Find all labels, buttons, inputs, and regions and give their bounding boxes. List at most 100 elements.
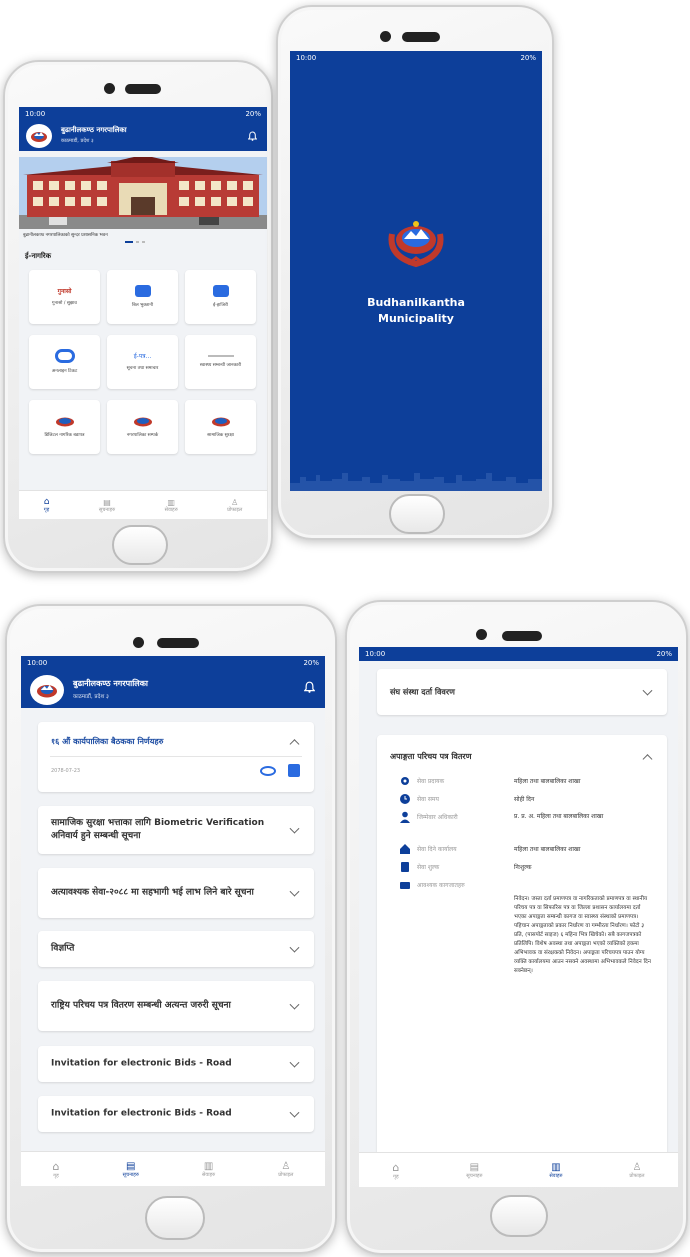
home-button[interactable] xyxy=(490,1195,548,1237)
speaker-grille xyxy=(157,638,199,648)
service-tile-security[interactable]: सामाजिक सुरक्षा xyxy=(185,400,256,454)
nav-profile[interactable]: ♙ प्रोफाइल xyxy=(227,498,242,513)
chevron-up-icon[interactable] xyxy=(289,739,300,750)
nav-profile-label: प्रोफाइल xyxy=(278,1171,294,1178)
detail-row-office: सेवा दिने कार्यालय महिला तथा बालबालिका श… xyxy=(399,843,657,857)
notice-card[interactable]: Invitation for electronic Bids - Road xyxy=(38,1096,314,1132)
nav-home[interactable]: ⌂ गृह xyxy=(392,1161,399,1180)
chevron-down-icon[interactable] xyxy=(289,886,300,897)
eye-icon[interactable] xyxy=(260,766,276,776)
nav-home[interactable]: ⌂ गृह xyxy=(53,1160,60,1179)
chevron-down-icon[interactable] xyxy=(289,823,300,834)
complaint-icon: गुनासो xyxy=(57,288,72,295)
nav-services[interactable]: ▥ सेवाहरु xyxy=(202,1161,215,1178)
ticket-icon xyxy=(54,349,75,363)
notice-title: १६ औं कार्यपालिका बैठकका निर्णयहरु xyxy=(51,737,164,746)
status-time: 10:00 xyxy=(27,659,48,667)
service-tile-ticket[interactable]: अनलाइन टिकट xyxy=(29,335,100,389)
bell-icon[interactable] xyxy=(303,678,316,697)
notice-card-expanded[interactable]: १६ औं कार्यपालिका बैठकका निर्णयहरु 2078-… xyxy=(38,722,314,792)
bell-icon[interactable] xyxy=(247,126,258,145)
notice-card[interactable]: Invitation for electronic Bids - Road xyxy=(38,1046,314,1082)
fee-icon xyxy=(401,862,409,872)
nav-profile[interactable]: ♙ प्रोफाइल xyxy=(629,1162,644,1179)
status-time: 10:00 xyxy=(296,54,317,62)
service-detail-screen: 10:00 20% संघ संस्था दर्ता विवरण अपाङ्गत… xyxy=(359,647,678,1187)
phone-service-detail: 10:00 20% संघ संस्था दर्ता विवरण अपाङ्गत… xyxy=(345,600,688,1255)
chevron-down-icon[interactable] xyxy=(289,942,300,953)
building-banner[interactable] xyxy=(19,157,267,229)
home-button[interactable] xyxy=(145,1196,205,1240)
splash-title-line2: Municipality xyxy=(378,312,454,325)
services-icon: ▥ xyxy=(203,1160,214,1172)
app-header: 10:00 20% बुढानीलकण्ठ नगरपालिका काठमाडौं… xyxy=(19,107,267,151)
nav-notices[interactable]: ▤ सूचनाहरु xyxy=(123,1161,139,1178)
nav-notices[interactable]: ▤ सूचनाहरु xyxy=(99,498,115,513)
nav-notices-label: सूचनाहरु xyxy=(122,1171,139,1178)
app-subtitle: काठमाडौं, प्रदेश ३ xyxy=(61,138,94,144)
nav-services[interactable]: ▥ सेवाहरु xyxy=(549,1162,562,1179)
services-icon: ▥ xyxy=(551,1161,561,1173)
detail-row-provider: सेवा प्रदायक महिला तथा बालबालिका शाखा xyxy=(399,775,657,789)
notice-card[interactable]: अत्यावश्यक सेवा-२०८८ मा सहभागी भई लाभ लि… xyxy=(38,868,314,918)
document-icon[interactable] xyxy=(288,764,300,777)
bill-icon xyxy=(134,285,151,297)
service-tile-bill[interactable]: बिल भुक्तानी xyxy=(107,270,178,324)
bottom-nav: ⌂ गृह ▤ सूचनाहरु ▥ सेवाहरु ♙ प्रोफाइल xyxy=(19,490,267,519)
notice-card[interactable]: राष्ट्रिय परिचय पत्र वितरण सम्बन्धी अत्य… xyxy=(38,981,314,1031)
nav-home[interactable]: ⌂ गृह xyxy=(44,497,50,513)
detail-value: निःशुल्क xyxy=(514,864,532,871)
contact-icon xyxy=(133,417,152,427)
detail-value: प्र. प्र. अ. महिला तथा बालबालिका शाखा xyxy=(514,813,604,820)
service-label: अनलाइन टिकट xyxy=(51,369,78,374)
detail-row-officer: जिम्मेवार अधिकारी प्र. प्र. अ. महिला तथा… xyxy=(399,811,657,835)
service-tile-health[interactable]: स्वास्थ्य सम्बन्धी जानकारी xyxy=(185,335,256,389)
home-button[interactable] xyxy=(389,494,445,534)
services-section-title: ई-नागरिक xyxy=(25,252,52,260)
nav-services-label: सेवाहरु xyxy=(549,1172,563,1179)
notice-icon: ▤ xyxy=(469,1161,480,1173)
detail-value: महिला तथा बालबालिका शाखा xyxy=(514,846,581,853)
service-tile-charter[interactable]: डिजिटल नागरिक बडापत्र xyxy=(29,400,100,454)
chevron-up-icon[interactable] xyxy=(642,754,653,765)
status-time: 10:00 xyxy=(25,110,46,118)
nav-notices[interactable]: ▤ सूचनाहरु xyxy=(466,1162,482,1179)
service-tile-complaint[interactable]: गुनासो गुनासो / सुझाव xyxy=(29,270,100,324)
skyline-decoration xyxy=(290,467,542,491)
notice-card[interactable]: विज्ञप्ति xyxy=(38,931,314,967)
chevron-down-icon[interactable] xyxy=(289,999,300,1010)
service-label: बिल भुक्तानी xyxy=(131,303,154,308)
status-bar: 10:00 20% xyxy=(359,647,678,661)
service-tile-news[interactable]: ई-पत्र... सूचना तथा समाचार xyxy=(107,335,178,389)
service-label: नगरपालिका सम्पर्क xyxy=(126,433,159,438)
nav-services[interactable]: ▥ सेवाहरु xyxy=(165,498,178,513)
detail-value: महिला तथा बालबालिका शाखा xyxy=(514,778,581,785)
news-icon: ई-पत्र... xyxy=(133,353,152,360)
service-tile-contact[interactable]: नगरपालिका सम्पर्क xyxy=(107,400,178,454)
service-card-collapsed[interactable]: संघ संस्था दर्ता विवरण xyxy=(377,669,667,715)
notice-card[interactable]: सामाजिक सुरक्षा भत्ताका लागि Biometric V… xyxy=(38,806,314,854)
notice-title: राष्ट्रिय परिचय पत्र वितरण सम्बन्धी अत्य… xyxy=(51,1000,231,1011)
speaker-grille xyxy=(402,32,440,42)
carousel-indicator xyxy=(125,241,145,243)
nav-profile[interactable]: ♙ प्रोफाइल xyxy=(278,1161,293,1178)
detail-label: सेवा दिने कार्यालय xyxy=(417,846,457,853)
home-screen: 10:00 20% बुढानीलकण्ठ नगरपालिका काठमाडौं… xyxy=(19,107,267,519)
nav-notices-label: सूचनाहरु xyxy=(98,506,116,513)
service-tile-attendance[interactable]: ई-हाजिरी xyxy=(185,270,256,324)
status-time: 10:00 xyxy=(365,650,386,658)
gear-icon xyxy=(401,777,409,785)
document-icon xyxy=(400,882,410,889)
service-label: सामाजिक सुरक्षा xyxy=(207,433,234,438)
service-card-expanded[interactable]: अपाङ्गता परिचय पत्र वितरण सेवा प्रदायक म… xyxy=(377,735,667,1167)
detail-row-time: सेवा समय सोही दिन xyxy=(399,793,657,807)
municipality-emblem-icon xyxy=(384,212,448,270)
chevron-down-icon[interactable] xyxy=(289,1057,300,1068)
chevron-down-icon[interactable] xyxy=(289,1107,300,1118)
status-battery: 20% xyxy=(245,110,261,118)
status-bar: 10:00 20% xyxy=(21,656,325,670)
person-icon: ♙ xyxy=(281,1160,291,1172)
home-button[interactable] xyxy=(112,525,168,565)
nav-home-label: गृह xyxy=(53,1172,59,1179)
chevron-down-icon[interactable] xyxy=(642,685,653,696)
